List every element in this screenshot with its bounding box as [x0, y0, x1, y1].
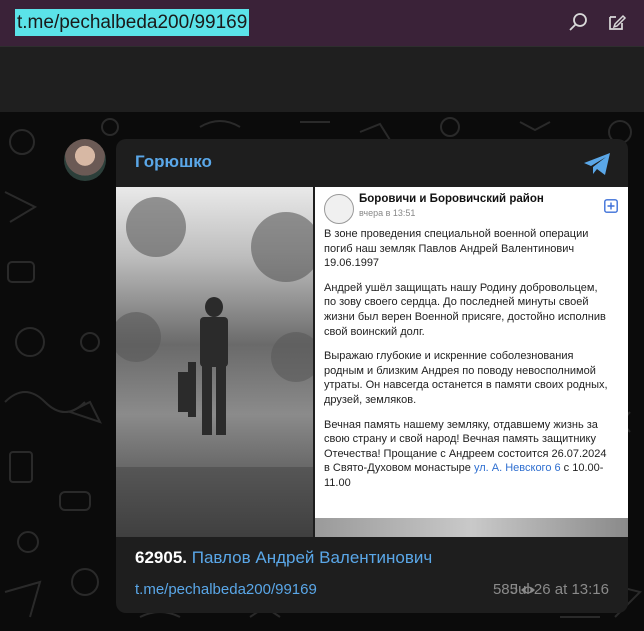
telegram-icon[interactable]	[582, 149, 612, 179]
source-paragraph-4: Вечная память нашему земляку, отдавшему …	[324, 418, 612, 491]
source-paragraph-1: В зоне проведения специальной военной оп…	[324, 228, 589, 270]
soldier-figure	[116, 197, 321, 537]
source-post-text: В зоне проведения специальной военной оп…	[324, 227, 612, 491]
toolbar-strip	[0, 46, 644, 113]
source-paragraph-2: Андрей ушёл защищать нашу Родину доброво…	[324, 281, 606, 338]
source-photo-strip	[315, 518, 628, 537]
source-title: Боровичи и Боровичский район	[359, 193, 544, 205]
repost-screenshot[interactable]: Боровичи и Боровичский район вчера в 13:…	[315, 187, 628, 537]
source-paragraph-3: Выражаю глубокие и искренние соболезнова…	[324, 350, 608, 406]
source-time: вчера в 13:51	[359, 208, 416, 218]
post-number: 62905.	[135, 548, 187, 567]
name-link[interactable]: Павлов Андрей Валентинович	[192, 548, 432, 567]
search-icon[interactable]	[567, 11, 589, 33]
message-card: Горюшко Боровичи и Боровичский район вче…	[116, 139, 628, 613]
source-logo	[324, 194, 354, 224]
edit-icon[interactable]	[606, 11, 628, 33]
address-bar: t.me/pechalbeda200/99169	[0, 0, 644, 46]
message-link[interactable]: t.me/pechalbeda200/99169	[135, 581, 317, 598]
channel-name[interactable]: Горюшко	[135, 152, 212, 172]
url-text[interactable]: t.me/pechalbeda200/99169	[15, 9, 250, 36]
plus-icon	[604, 199, 618, 213]
channel-avatar[interactable]	[64, 139, 106, 181]
address-link[interactable]: ул. А. Невского 6	[474, 462, 561, 474]
post-date: Jul 26 at 13:16	[510, 581, 609, 598]
post-title: 62905. Павлов Андрей Валентинович	[135, 548, 432, 568]
soldier-photo[interactable]	[116, 187, 321, 537]
